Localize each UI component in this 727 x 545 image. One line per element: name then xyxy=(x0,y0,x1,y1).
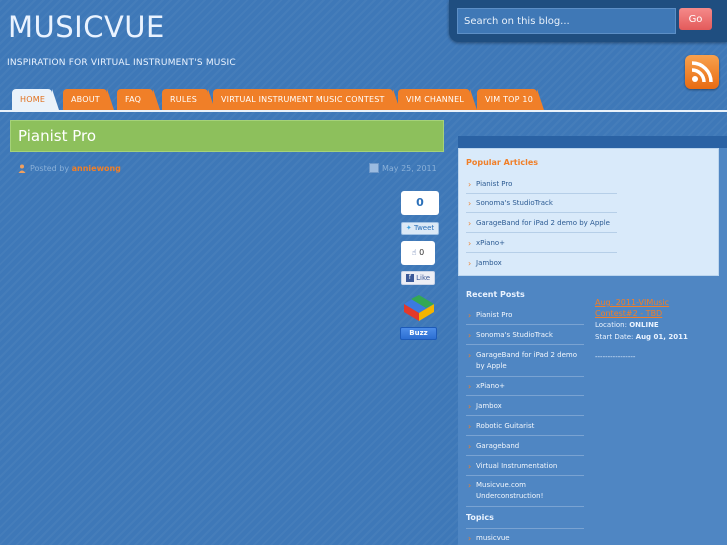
popular-article-item[interactable]: Sonoma's StudioTrack xyxy=(466,198,553,209)
nav-tab-faq[interactable]: FAQ xyxy=(117,89,160,110)
site-tagline: INSPIRATION FOR VIRTUAL INSTRUMENT'S MUS… xyxy=(7,58,236,68)
contest-start-value: Aug 01, 2011 xyxy=(635,333,688,341)
divider xyxy=(466,376,584,377)
divider xyxy=(466,324,584,325)
nav-tab-home[interactable]: HOME xyxy=(12,89,59,110)
nav-tab-about[interactable]: ABOUT xyxy=(63,89,114,110)
nav-tab-vim-top10[interactable]: VIM TOP 10 xyxy=(477,89,544,110)
popular-article-item[interactable]: Pianist Pro xyxy=(466,179,512,190)
contest-location-value: ONLINE xyxy=(629,321,659,329)
contest-start-label: Start Date: xyxy=(595,333,634,341)
recent-posts-heading: Recent Posts xyxy=(466,290,525,299)
nav-tab-vim-channel[interactable]: VIM CHANNEL xyxy=(398,89,477,110)
divider xyxy=(466,212,617,213)
recent-post-item[interactable]: GarageBand for iPad 2 demo by Apple xyxy=(466,350,586,372)
tweet-button[interactable]: ✦ Tweet xyxy=(401,222,439,235)
google-buzz-icon[interactable] xyxy=(401,294,437,322)
recent-post-item[interactable]: Sonoma's StudioTrack xyxy=(466,330,553,341)
post-date: May 25, 2011 xyxy=(382,164,437,173)
popular-article-item[interactable]: xPiano+ xyxy=(466,238,505,249)
divider xyxy=(466,252,617,253)
contest-location-label: Location: xyxy=(595,321,627,329)
like-count-box: ☝ 0 xyxy=(401,241,435,265)
calendar-icon xyxy=(369,163,379,173)
search-input[interactable] xyxy=(457,8,676,34)
topic-item[interactable]: musicvue xyxy=(466,533,510,544)
popular-article-item[interactable]: Jambox xyxy=(466,258,502,269)
post-title-bar: Pianist Pro xyxy=(10,120,444,152)
rss-feed-icon[interactable] xyxy=(685,55,719,89)
recent-post-item[interactable]: Virtual Instrumentation xyxy=(466,461,557,472)
tweet-button-label: Tweet xyxy=(413,224,435,232)
post-author-link[interactable]: anniewong xyxy=(72,164,121,173)
contest-link[interactable]: Aug. 2011-VIMusic Contest#2 - TBD xyxy=(595,297,713,319)
post-byline: Posted by anniewong xyxy=(30,164,121,173)
divider xyxy=(466,506,584,507)
search-go-button[interactable]: Go xyxy=(679,8,712,30)
posted-by-label: Posted by xyxy=(30,164,70,173)
sidebar-top-band xyxy=(458,136,727,148)
facebook-like-button[interactable]: f Like xyxy=(401,271,435,285)
recent-post-item[interactable]: Pianist Pro xyxy=(466,310,512,321)
recent-post-item[interactable]: Jambox xyxy=(466,401,502,412)
nav-tab-vim-contest[interactable]: VIRTUAL INSTRUMENT MUSIC CONTEST xyxy=(213,89,400,110)
popular-articles-heading: Popular Articles xyxy=(466,158,539,167)
like-count: 0 xyxy=(419,248,425,257)
recent-post-item[interactable]: Garageband xyxy=(466,441,519,452)
thumbs-up-icon: ☝ xyxy=(411,248,417,257)
buzz-button[interactable]: Buzz xyxy=(400,327,437,340)
divider xyxy=(466,528,584,529)
facebook-icon: f xyxy=(405,274,414,282)
twitter-bird-icon: ✦ xyxy=(405,224,412,232)
divider xyxy=(466,395,584,396)
divider xyxy=(466,193,617,194)
divider xyxy=(466,455,584,456)
site-title[interactable]: MUSICVUE xyxy=(8,10,165,44)
contest-divider: ---------------- xyxy=(595,353,636,361)
nav-tab-rules[interactable]: RULES xyxy=(162,89,215,110)
author-icon xyxy=(18,164,26,173)
post-title[interactable]: Pianist Pro xyxy=(18,127,96,145)
topics-heading: Topics xyxy=(466,513,494,522)
divider xyxy=(466,232,617,233)
tweet-count: 0 xyxy=(401,191,439,215)
recent-post-item[interactable]: Robotic Guitarist xyxy=(466,421,534,432)
popular-article-item[interactable]: GarageBand for iPad 2 demo by Apple xyxy=(466,218,610,229)
contest-location: Location: ONLINE xyxy=(595,320,659,331)
recent-post-item[interactable]: Musicvue.com Underconstruction! xyxy=(466,480,566,502)
divider xyxy=(466,415,584,416)
nav-underline xyxy=(0,110,727,112)
divider xyxy=(466,344,584,345)
divider xyxy=(466,475,584,476)
contest-start-date: Start Date: Aug 01, 2011 xyxy=(595,332,688,343)
recent-post-item[interactable]: xPiano+ xyxy=(466,381,505,392)
like-button-label: Like xyxy=(416,274,431,282)
divider xyxy=(466,435,584,436)
